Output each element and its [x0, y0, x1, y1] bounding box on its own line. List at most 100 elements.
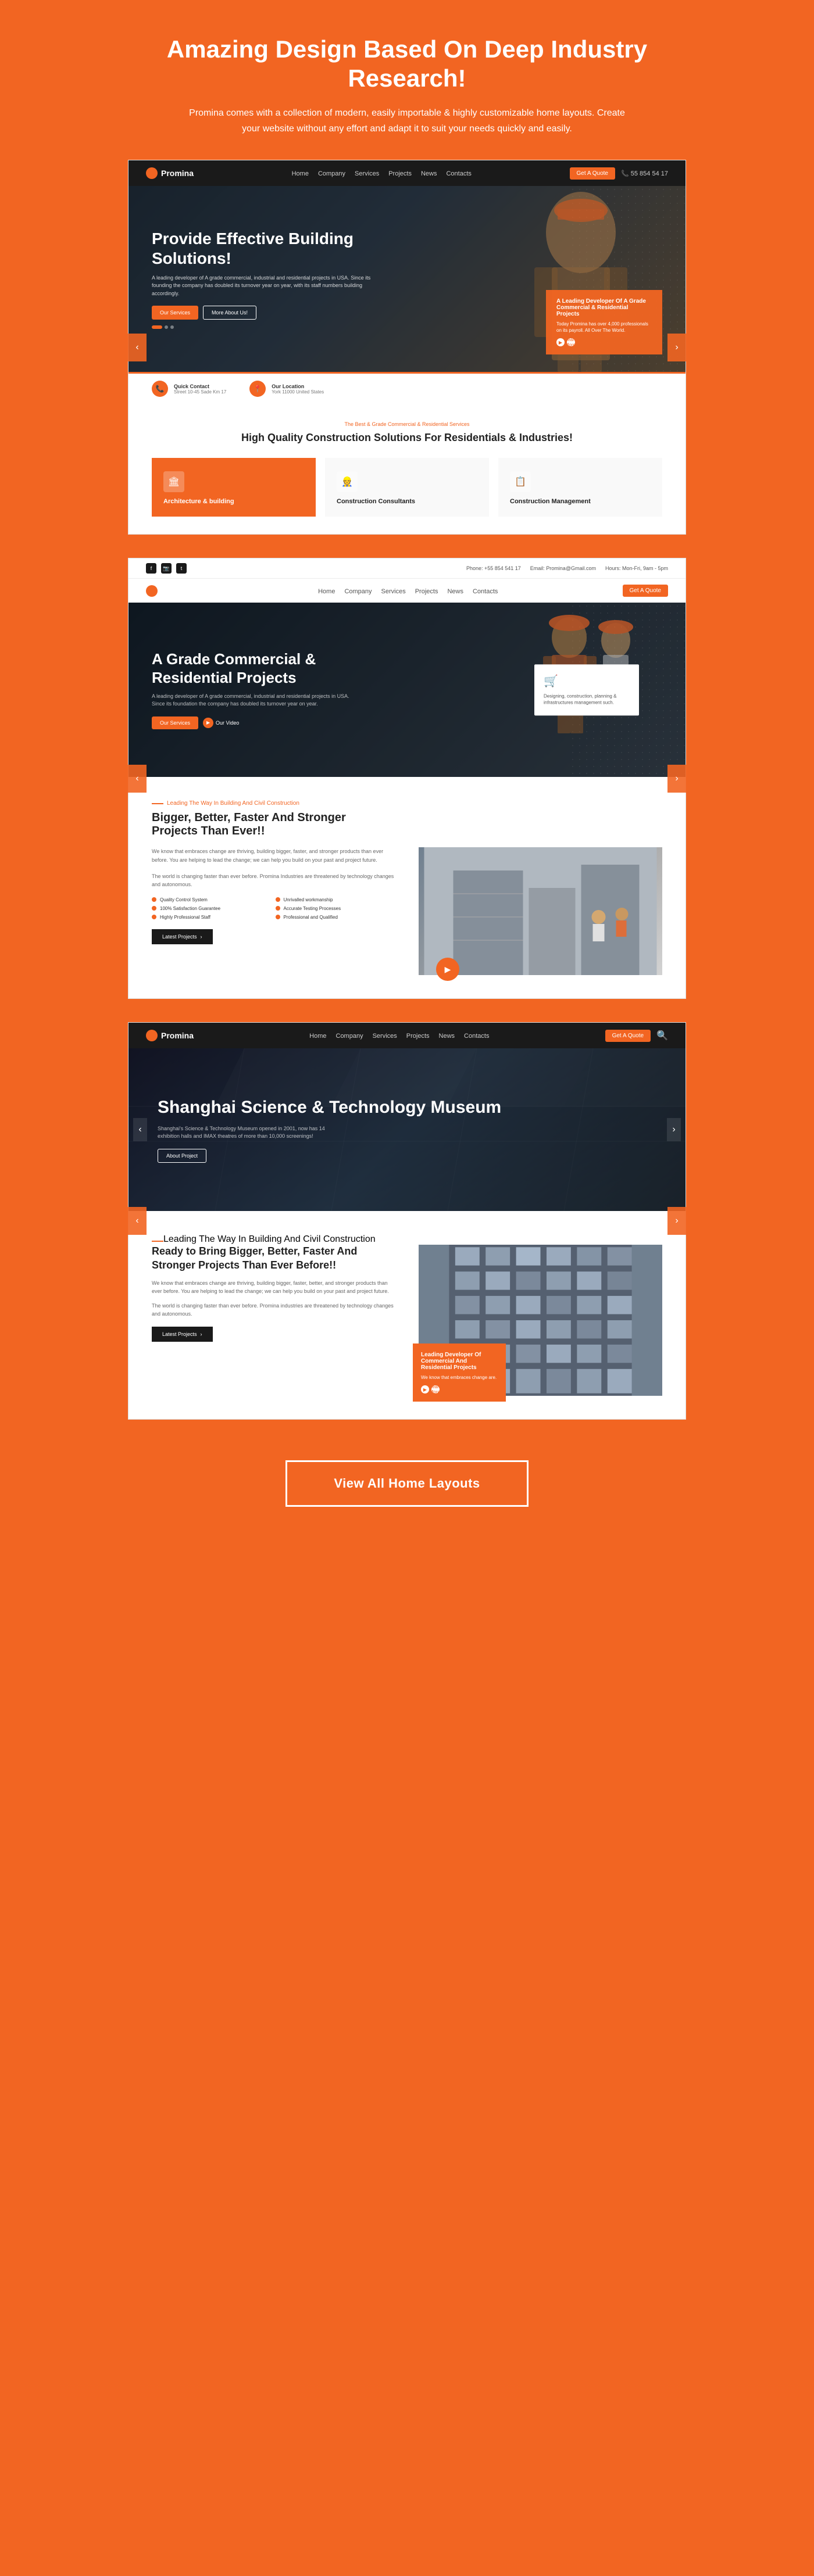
feature-dot-4 — [276, 906, 280, 911]
layout2-main-nav: Promina Home Company Services Projects N… — [128, 579, 686, 603]
carousel-dot-2 — [165, 325, 168, 329]
layout3-next-arrow[interactable]: › — [667, 1207, 686, 1235]
carousel-dot-1 — [152, 325, 162, 329]
hero-header-description: Promina comes with a collection of moder… — [186, 105, 628, 137]
cta-section: View All Home Layouts — [0, 1431, 814, 1536]
layout2-hero: A Grade Commercial & Residential Project… — [128, 603, 686, 777]
layout4-grid: Ready to Bring Bigger, Better, Faster An… — [152, 1245, 662, 1396]
layout3-prev-slide[interactable]: ‹ — [133, 1118, 147, 1141]
layout1-nav-cta[interactable]: Get A Quote — [570, 167, 615, 180]
consultants-icon: 👷 — [337, 471, 358, 492]
layout2-prev-arrow[interactable]: ‹ — [128, 765, 147, 793]
layout3-prev-arrow[interactable]: ‹ — [128, 1207, 147, 1235]
layout1-hero-desc: A leading developer of A grade commercia… — [152, 274, 373, 298]
lead-tag: Leading The Way In Building And Civil Co… — [152, 800, 662, 807]
layout2-nav-links: Home Company Services Projects News Cont… — [318, 586, 498, 596]
feature-item-2: Unrivalled workmanship — [276, 897, 396, 902]
logo-icon — [146, 167, 158, 179]
learn-more-icon: ▶ — [556, 338, 565, 346]
layout3-next-slide[interactable]: › — [667, 1118, 681, 1141]
layout1-prev-arrow[interactable]: ‹ — [128, 334, 147, 361]
instagram-icon[interactable]: 📷 — [161, 563, 172, 574]
play-icon: ▶ — [203, 718, 213, 728]
latest-projects-btn[interactable]: Latest Projects › — [152, 929, 213, 944]
layout4-learn-more[interactable]: ▶ Learn More — [421, 1385, 498, 1393]
layout2-logo: Promina — [146, 585, 194, 597]
layout4-lead-tag: Leading The Way In Building And Civil Co… — [152, 1234, 662, 1245]
info-item-location: 📍 Our Location York 11000 United States — [249, 381, 324, 397]
layout3-about-project-btn[interactable]: About Project — [158, 1149, 206, 1163]
service-card-1[interactable]: 🏛 Architecture & building — [152, 458, 316, 517]
layout4-desc1: We know that embraces change are thrivin… — [152, 1279, 395, 1296]
layout2-nav-cta[interactable]: Get A Quote — [623, 585, 668, 597]
layout1-our-services-btn[interactable]: Our Services — [152, 306, 198, 320]
layout4-orange-card: Leading Developer Of Commercial And Resi… — [413, 1343, 506, 1402]
layout3-logo: Promina — [146, 1030, 194, 1041]
info-text-contact: Quick Contact Street 10-45 Sade Km 17 — [174, 384, 226, 395]
feature-dot-3 — [152, 906, 156, 911]
services-grid: 🏛 Architecture & building 👷 Construction… — [152, 458, 662, 517]
carousel-dots — [152, 325, 373, 329]
layout1-hero-btns: Our Services More About Us! — [152, 306, 373, 320]
location-icon: 📍 — [249, 381, 266, 397]
management-icon: 📋 — [510, 471, 531, 492]
layout2-next-arrow[interactable]: › — [667, 765, 686, 793]
layout1-services-section: The Best & Grade Commercial & Residentia… — [128, 404, 686, 534]
twitter-icon[interactable]: t — [176, 563, 187, 574]
service-card-3[interactable]: 📋 Construction Management — [498, 458, 662, 517]
feature-dot-5 — [152, 915, 156, 919]
layout2-social-links: f 📷 t — [146, 563, 187, 574]
layout1-navbar: Promina Home Company Services Projects N… — [128, 160, 686, 186]
middle-left-content: We know that embraces change are thrivin… — [152, 847, 395, 944]
layout1-about-us-btn[interactable]: More About Us! — [203, 306, 256, 320]
video-play-btn[interactable]: ▶ — [436, 958, 459, 981]
layout1-hero: Provide Effective Building Solutions! A … — [128, 186, 686, 372]
layout4-content: Leading The Way In Building And Civil Co… — [128, 1211, 686, 1419]
arrow-right-icon: › — [201, 934, 202, 940]
info-text-location: Our Location York 11000 United States — [272, 384, 324, 395]
layout1-logo: Promina — [146, 167, 194, 179]
construction-image — [419, 847, 662, 975]
features-list: Quality Control System Unrivalled workma… — [152, 897, 395, 920]
feature-item-6: Professional and Qualified — [276, 915, 396, 920]
services-tag: The Best & Grade Commercial & Residentia… — [152, 421, 662, 427]
layout3-preview: ‹ Promina Home Company Services Projects… — [128, 1022, 686, 1420]
layout2-services-btn[interactable]: Our Services — [152, 716, 198, 729]
services-title: High Quality Construction Solutions For … — [152, 432, 662, 444]
feature-dot-6 — [276, 915, 280, 919]
feature-item-5: Highly Professional Staff — [152, 915, 272, 920]
architecture-icon: 🏛 — [163, 471, 184, 492]
layout3-nav-links: Home Company Services Projects News Cont… — [309, 1030, 489, 1041]
layout1-nav-phone: 📞 55 854 54 17 — [621, 170, 668, 177]
layout3-nav-cta[interactable]: Get A Quote — [605, 1030, 651, 1042]
construction-img-inner — [419, 847, 662, 975]
search-icon[interactable]: 🔍 — [656, 1030, 668, 1041]
middle-content-grid: We know that embraces change are thrivin… — [152, 847, 662, 975]
layout1-next-arrow[interactable]: › — [667, 334, 686, 361]
hero-header-title: Amazing Design Based On Deep Industry Re… — [116, 35, 698, 94]
logo-icon-2 — [146, 585, 158, 597]
layout4-left: Ready to Bring Bigger, Better, Faster An… — [152, 1245, 395, 1341]
layout2-video-btn[interactable]: ▶ Our Video — [203, 716, 239, 729]
layout4-desc2: The world is changing faster than ever b… — [152, 1302, 395, 1319]
arrow-right-icon-2: › — [201, 1331, 202, 1337]
middle-right-content: ▶ — [419, 847, 662, 975]
hero-card-learn-more[interactable]: ▶ Learn More — [556, 338, 652, 346]
layout1-hero-content: Provide Effective Building Solutions! A … — [152, 229, 373, 329]
layout1-nav-links: Home Company Services Projects News Cont… — [292, 168, 472, 178]
hero-header-section: Amazing Design Based On Deep Industry Re… — [0, 0, 814, 160]
feature-dot-2 — [276, 897, 280, 902]
shopping-cart-icon: 🛒 — [544, 673, 630, 688]
service-card-2[interactable]: 👷 Construction Consultants — [325, 458, 489, 517]
carousel-dot-3 — [170, 325, 174, 329]
middle-title: Bigger, Better, Faster And Stronger Proj… — [152, 811, 384, 838]
layout4-latest-btn[interactable]: Latest Projects › — [152, 1327, 213, 1342]
facebook-icon[interactable]: f — [146, 563, 156, 574]
learn-more-icon-2: ▶ — [421, 1385, 429, 1393]
view-all-layouts-btn[interactable]: View All Home Layouts — [285, 1460, 528, 1507]
phone-icon: 📞 — [152, 381, 168, 397]
layout2-hero-btns: Our Services ▶ Our Video — [152, 716, 355, 729]
construction-site-svg — [419, 847, 662, 975]
layout2-hero-title: A Grade Commercial & Residential Project… — [152, 650, 355, 686]
layout3-hero: ‹ › Shanghai Science & Technology Museum… — [128, 1048, 686, 1211]
